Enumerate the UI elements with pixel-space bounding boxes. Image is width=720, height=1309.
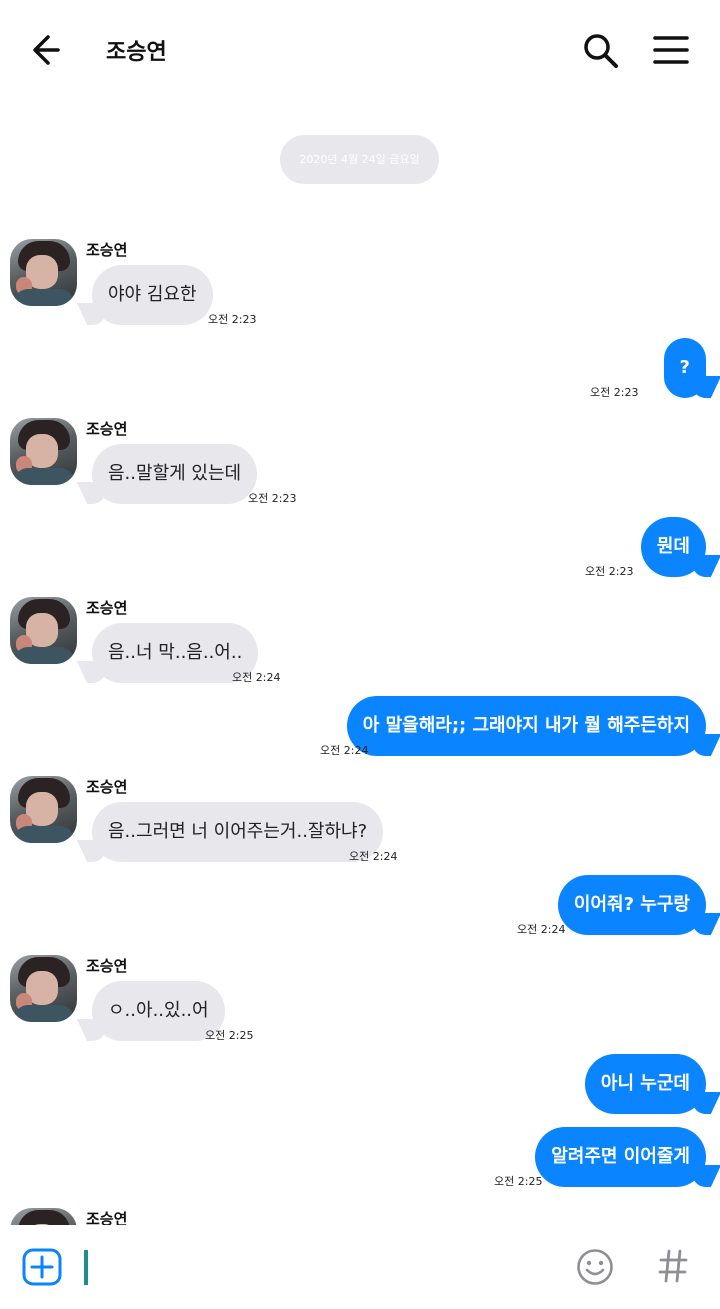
sender-name: 조승연 <box>86 599 128 617</box>
chat-title: 조승연 <box>106 40 167 65</box>
message-bubble-outgoing[interactable]: ? <box>663 338 706 398</box>
message-time: 오전 2:24 <box>320 744 369 757</box>
message-bubble-outgoing[interactable]: 뭔데 <box>640 517 706 577</box>
avatar[interactable] <box>10 955 77 1022</box>
hash-icon[interactable] <box>658 1247 688 1285</box>
sender-name: 조승연 <box>86 420 128 438</box>
message-bubble-outgoing[interactable]: 아니 누군데 <box>584 1054 706 1114</box>
message-time: 오전 2:23 <box>208 313 257 326</box>
message-time: 오전 2:24 <box>517 923 566 936</box>
avatar[interactable] <box>10 597 77 664</box>
back-arrow-icon[interactable] <box>28 30 72 70</box>
avatar[interactable] <box>10 239 77 306</box>
message-time: 오전 2:25 <box>494 1175 543 1188</box>
message-bubble-outgoing[interactable]: 알려주면 이어줄게 <box>535 1127 706 1187</box>
message-time: 오전 2:24 <box>349 850 398 863</box>
sender-name: 조승연 <box>86 778 128 796</box>
sender-name: 조승연 <box>86 957 128 975</box>
message-time: 오전 2:23 <box>248 492 297 505</box>
date-divider: 2020년 4월 24일 금요일 <box>280 135 439 184</box>
avatar[interactable] <box>10 418 77 485</box>
message-bubble-incoming[interactable]: 야야 김요한 <box>92 265 213 325</box>
top-bar: 조승연 <box>0 0 720 100</box>
message-bubble-outgoing[interactable]: 이어줘? 누구랑 <box>557 875 706 935</box>
search-icon[interactable] <box>580 30 622 72</box>
message-input-caret[interactable] <box>84 1250 88 1285</box>
message-time: 오전 2:23 <box>585 565 634 578</box>
message-time: 오전 2:24 <box>232 671 281 684</box>
smiley-icon[interactable] <box>576 1248 614 1286</box>
avatar[interactable] <box>10 776 77 843</box>
message-time: 오전 2:23 <box>590 386 639 399</box>
message-bubble-incoming[interactable]: 음..말할게 있는데 <box>92 444 258 504</box>
sender-name: 조승연 <box>86 241 128 259</box>
message-time: 오전 2:25 <box>205 1029 254 1042</box>
plus-icon[interactable] <box>22 1248 62 1286</box>
message-bubble-incoming[interactable]: 음..그러면 너 이어주는거..잘하냐? <box>92 802 384 862</box>
composer-bar <box>0 1225 720 1309</box>
menu-icon[interactable] <box>650 30 692 70</box>
message-bubble-outgoing[interactable]: 아 말을해라;; 그래야지 내가 뭘 해주든하지 <box>346 696 706 756</box>
